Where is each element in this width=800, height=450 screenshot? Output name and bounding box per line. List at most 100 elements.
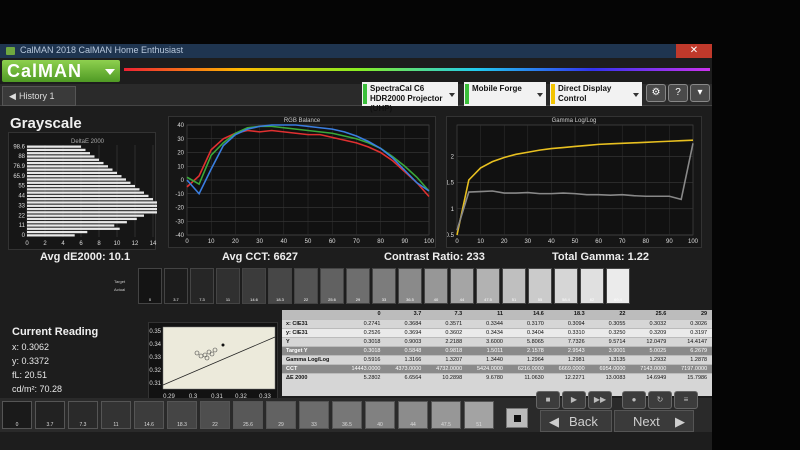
grayscale-swatch[interactable]: 11 [216,268,240,304]
swatch-label: 7.3 [199,297,205,302]
bottom-swatch[interactable]: 47.5 [431,401,461,429]
grayscale-swatch[interactable]: 0 [138,268,162,304]
run-all-icon[interactable]: ▶▶ [588,391,612,409]
grayscale-swatch[interactable]: 47.5 [476,268,500,304]
table-column-header: 3.7 [384,310,426,319]
bottom-swatch[interactable]: 0 [2,401,32,429]
meter-selector[interactable]: SpectraCal C6 HDR2000 Projector (UHP) [362,82,458,113]
bottom-swatch[interactable]: 40 [365,401,395,429]
table-cell: 10.2898 [425,372,467,382]
grayscale-swatch[interactable]: 62 [580,268,604,304]
table-cell: 14443.0000 [340,363,385,373]
x-tick-label: 0 [25,241,29,247]
grayscale-swatch[interactable]: 51 [502,268,526,304]
tab-history[interactable]: ◀ History 1 [2,86,76,106]
table-cell: 2.1578 [506,345,548,355]
deltae-bar [27,184,135,188]
grayscale-swatch[interactable]: 7.3 [190,268,214,304]
grayscale-swatch[interactable]: 3.7 [164,268,188,304]
display-selector[interactable]: Direct Display Control [550,82,642,106]
bottom-swatch[interactable]: 11 [101,401,131,429]
help-icon[interactable]: ? [668,84,688,102]
y-tick-label: 0.5 [447,233,455,239]
bottom-swatch[interactable]: 3.7 [35,401,65,429]
table-column-header: 33 [711,310,712,319]
x-tick-label: 70 [353,239,360,245]
deltae-bar [27,211,157,214]
bottom-swatch[interactable]: 51 [464,401,494,429]
bottom-swatch[interactable]: 33 [299,401,329,429]
calman-menu-button[interactable]: CalMAN [2,60,120,82]
play-icon[interactable]: ▶ [562,391,586,409]
settings-icon[interactable]: ⚙ [646,84,666,102]
deltae-bar [27,152,90,155]
bottom-swatch[interactable]: 44 [398,401,428,429]
swatch-legend-actual: Actual [114,287,126,292]
back-button[interactable]: ◀ Back [540,410,612,432]
y-tick-label: 10 [177,164,184,170]
grayscale-swatch[interactable]: 55 [528,268,552,304]
bottom-swatch[interactable]: 14.6 [134,401,164,429]
bottom-swatch[interactable]: 7.3 [68,401,98,429]
stop-measure-button[interactable] [506,408,528,428]
table-column-header: 0 [340,310,385,319]
grayscale-swatch[interactable]: 69.4 [606,268,630,304]
table-cell: 1.2932 [629,354,671,364]
swatch-label: 58.4 [562,297,570,302]
grayscale-swatch[interactable]: 25.6 [320,268,344,304]
table-cell: 0.2741 [340,318,385,328]
bottom-swatch[interactable]: 22 [200,401,230,429]
bottom-swatch-label: 40 [377,422,383,428]
grayscale-swatch[interactable]: 22 [294,268,318,304]
bottom-swatch[interactable]: 25.6 [233,401,263,429]
deltae-chart: DeltaE 2000 0 2 4 6 8 10 12 14 0 11 22 33 44 55 65.9 76… [8,132,157,250]
back-label: Back [569,414,598,429]
swatch-label: 22 [303,297,309,302]
sequence-icon[interactable]: ≡ [674,391,698,409]
more-menu-icon[interactable]: ▾ [690,84,710,102]
table-cell: 0.3571 [425,318,467,328]
source-selector[interactable]: Mobile Forge [464,82,546,106]
grayscale-swatch[interactable]: 33 [372,268,396,304]
table-row-label: Gamma Log/Log [282,354,340,364]
close-icon[interactable]: ✕ [676,44,712,58]
grayscale-swatch[interactable]: 14.6 [242,268,266,304]
bottom-swatch[interactable]: 18.3 [167,401,197,429]
table-cell: 3.6000 [466,336,507,346]
next-button[interactable]: Next ▶ [614,410,694,432]
table-cell: 0.3434 [466,327,507,337]
y-tick-label: 2 [451,154,455,160]
table-row-label: x: CIE31 [282,318,340,328]
grayscale-swatch[interactable]: 44 [450,268,474,304]
record-icon[interactable]: ● [622,391,646,409]
bottom-swatch-label: 36.5 [342,422,352,428]
stop-icon[interactable]: ■ [536,391,560,409]
x-tick-label: 6 [79,241,83,247]
grayscale-swatch[interactable]: 18.3 [268,268,292,304]
table-cell: 5.0025 [629,345,671,355]
x-tick-label: 90 [666,239,673,245]
table-cell: 14.4147 [670,336,712,346]
table-cell: 0.3032 [629,318,671,328]
table-cell: 6954.0000 [588,363,630,373]
grayscale-swatch[interactable]: 36.5 [398,268,422,304]
chevron-down-icon [449,93,455,97]
bottom-swatch-label: 25.6 [243,422,253,428]
grayscale-swatch[interactable]: 29 [346,268,370,304]
bottom-swatch[interactable]: 29 [266,401,296,429]
swatch-label: 62 [589,297,595,302]
loop-icon[interactable]: ↻ [648,391,672,409]
grayscale-swatch[interactable]: 58.4 [554,268,578,304]
deltae-bar [27,188,140,191]
y-tick-label: 0.35 [149,329,161,335]
table-cell: 11.0630 [506,372,548,382]
bottom-swatch[interactable]: 36.5 [332,401,362,429]
y-tick-label: -40 [175,233,184,239]
history-tab-label: History 1 [19,91,55,101]
y-tick-label: -10 [175,192,184,198]
swatch-label: 55 [537,297,543,302]
table-row-label: Y [282,336,340,346]
swatch-label: 3.7 [173,297,179,302]
bottom-swatch-label: 11 [113,422,119,428]
grayscale-swatch[interactable]: 40 [424,268,448,304]
